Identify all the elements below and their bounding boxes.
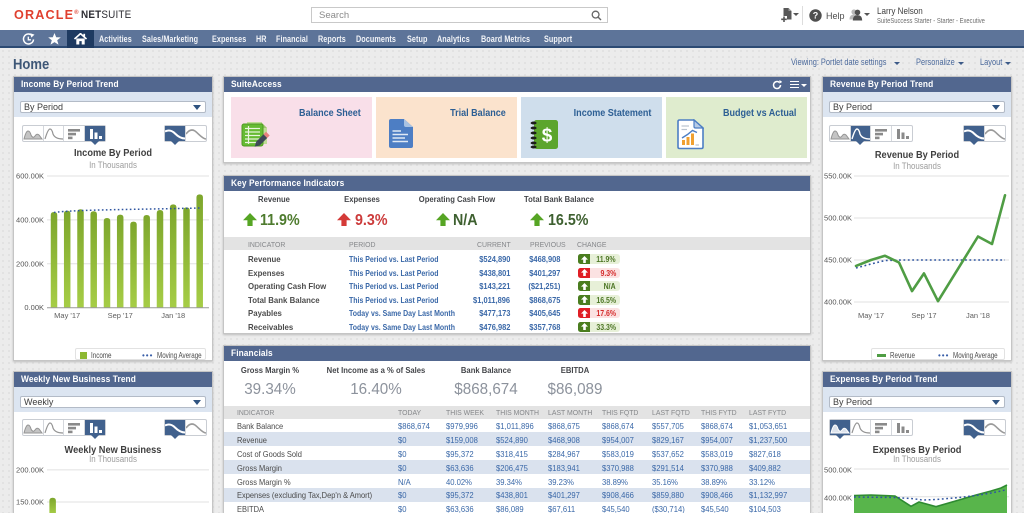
svg-text:0.00K: 0.00K bbox=[24, 303, 44, 312]
svg-text:Sep '17: Sep '17 bbox=[108, 311, 133, 320]
svg-text:450.00K: 450.00K bbox=[824, 256, 852, 265]
svg-text:600.00K: 600.00K bbox=[16, 172, 44, 181]
svg-text:Jan '18: Jan '18 bbox=[161, 311, 185, 320]
svg-text:500.00K: 500.00K bbox=[824, 466, 852, 475]
svg-text:400.00K: 400.00K bbox=[824, 493, 852, 502]
svg-text:400.00K: 400.00K bbox=[16, 215, 44, 224]
svg-text:May '17: May '17 bbox=[54, 311, 80, 320]
svg-text:May '17: May '17 bbox=[858, 311, 884, 320]
svg-text:200.00K: 200.00K bbox=[16, 259, 44, 268]
svg-text:$: $ bbox=[541, 126, 552, 147]
svg-text:?: ? bbox=[813, 11, 819, 21]
svg-text:150.00K: 150.00K bbox=[16, 498, 44, 507]
svg-text:200.00K: 200.00K bbox=[16, 465, 44, 474]
svg-text:550.00K: 550.00K bbox=[824, 172, 852, 181]
svg-text:500.00K: 500.00K bbox=[824, 214, 852, 223]
svg-text:400.00K: 400.00K bbox=[824, 298, 852, 307]
svg-text:Jan '18: Jan '18 bbox=[966, 311, 990, 320]
svg-text:Sep '17: Sep '17 bbox=[911, 311, 936, 320]
